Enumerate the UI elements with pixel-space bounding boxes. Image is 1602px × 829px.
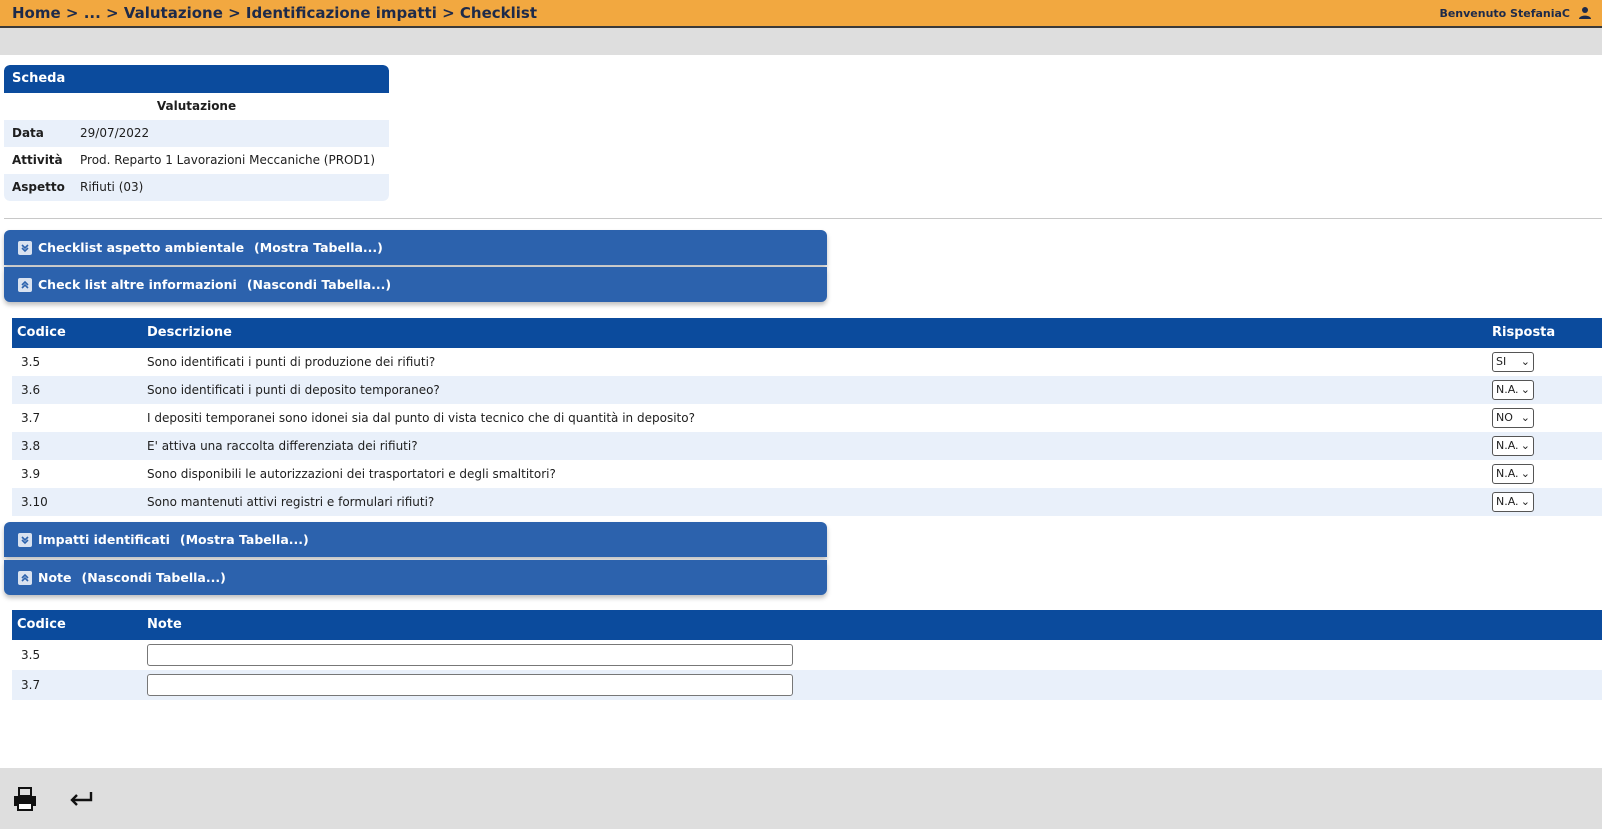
row-description: Sono identificati i punti di deposito te… <box>147 383 440 397</box>
breadcrumb-separator: > <box>100 4 124 22</box>
note-input[interactable] <box>147 673 793 696</box>
row-code: 3.7 <box>21 678 41 692</box>
table-row: 3.5 Sono identificati i punti di produzi… <box>12 348 1602 376</box>
column-header-codice: Codice <box>17 325 66 340</box>
risposta-select[interactable]: N.A. ⌄ <box>1492 464 1534 484</box>
hide-table-link[interactable]: (Nascondi Tabella...) <box>247 277 391 292</box>
chevron-down-icon: ⌄ <box>1520 495 1530 508</box>
note-table: Codice Note 3.5 3.7 <box>12 610 1602 700</box>
select-value: N.A. <box>1496 467 1519 480</box>
table-header: Codice Descrizione Risposta <box>12 318 1602 348</box>
breadcrumb: Home > ... > Valutazione > Identificazio… <box>0 4 537 22</box>
section-altre-informazioni[interactable]: Check list altre informazioni (Nascondi … <box>4 267 827 302</box>
chevron-down-icon: ⌄ <box>1520 355 1530 368</box>
checklist-table: Codice Descrizione Risposta 3.5 Sono ide… <box>12 318 1602 516</box>
top-bar: Home > ... > Valutazione > Identificazio… <box>0 0 1602 28</box>
show-table-link[interactable]: (Mostra Tabella...) <box>180 532 309 547</box>
breadcrumb-valutazione[interactable]: Valutazione <box>124 4 223 22</box>
row-code: 3.8 <box>21 439 41 453</box>
note-input[interactable] <box>147 643 793 666</box>
chevron-down-icon: ⌄ <box>1520 467 1530 480</box>
return-arrow-icon[interactable] <box>66 784 96 814</box>
column-header-descrizione: Descrizione <box>147 325 232 340</box>
column-header-codice: Codice <box>17 617 66 632</box>
column-header-note: Note <box>147 617 182 632</box>
risposta-select[interactable]: SI ⌄ <box>1492 352 1534 372</box>
row-code: 3.6 <box>21 383 41 397</box>
chevron-double-up-icon[interactable] <box>18 570 32 585</box>
breadcrumb-ellipsis[interactable]: ... <box>84 4 101 22</box>
footer-toolbar <box>0 768 1602 829</box>
chevron-double-down-icon[interactable] <box>18 240 32 255</box>
row-description: E' attiva una raccolta differenziata dei… <box>147 439 418 453</box>
chevron-down-icon: ⌄ <box>1520 383 1530 396</box>
scheda-value: Rifiuti (03) <box>80 180 144 194</box>
risposta-select[interactable]: N.A. ⌄ <box>1492 436 1534 456</box>
chevron-down-icon: ⌄ <box>1520 439 1530 452</box>
section-impatti-identificati[interactable]: Impatti identificati (Mostra Tabella...) <box>4 522 827 557</box>
section-divider <box>4 218 1602 219</box>
row-description: Sono disponibili le autorizzazioni dei t… <box>147 467 556 481</box>
breadcrumb-home[interactable]: Home <box>12 4 61 22</box>
row-code: 3.5 <box>21 648 41 662</box>
table-row: 3.10 Sono mantenuti attivi registri e fo… <box>12 488 1602 516</box>
chevron-double-up-icon[interactable] <box>18 277 32 292</box>
table-row: 3.7 I depositi temporanei sono idonei si… <box>12 404 1602 432</box>
row-code: 3.9 <box>21 467 41 481</box>
scheda-value: Prod. Reparto 1 Lavorazioni Meccaniche (… <box>80 153 376 167</box>
scheda-label: Data <box>12 126 44 140</box>
column-header-risposta: Risposta <box>1492 325 1556 340</box>
scheda-subtitle: Valutazione <box>156 99 237 113</box>
risposta-select[interactable]: N.A. ⌄ <box>1492 380 1534 400</box>
scheda-card: Scheda Valutazione Data 29/07/2022 Attiv… <box>4 65 389 201</box>
toolbar-strip <box>0 28 1602 55</box>
scheda-value: 29/07/2022 <box>80 126 150 140</box>
scheda-label: Attività <box>12 153 63 167</box>
risposta-select[interactable]: N.A. ⌄ <box>1492 492 1534 512</box>
section-title: Note <box>38 570 72 585</box>
hide-table-link[interactable]: (Nascondi Tabella...) <box>82 570 226 585</box>
select-value: N.A. <box>1496 439 1519 452</box>
section-checklist-ambientale[interactable]: Checklist aspetto ambientale (Mostra Tab… <box>4 230 827 265</box>
section-title: Checklist aspetto ambientale <box>38 240 245 255</box>
show-table-link[interactable]: (Mostra Tabella...) <box>254 240 383 255</box>
row-description: Sono identificati i punti di produzione … <box>147 355 436 369</box>
section-title: Check list altre informazioni <box>38 277 237 292</box>
breadcrumb-separator: > <box>60 4 84 22</box>
welcome-text: Benvenuto StefaniaC <box>1439 6 1570 20</box>
row-code: 3.10 <box>21 495 48 509</box>
breadcrumb-separator: > <box>222 4 246 22</box>
row-code: 3.7 <box>21 411 41 425</box>
print-icon[interactable] <box>10 784 40 814</box>
row-description: Sono mantenuti attivi registri e formula… <box>147 495 435 509</box>
select-value: NO <box>1496 411 1513 424</box>
chevron-double-down-icon[interactable] <box>18 532 32 547</box>
scheda-title: Scheda <box>4 65 389 93</box>
chevron-down-icon: ⌄ <box>1520 411 1530 424</box>
table-row: 3.6 Sono identificati i punti di deposit… <box>12 376 1602 404</box>
breadcrumb-separator: > <box>436 4 460 22</box>
row-code: 3.5 <box>21 355 41 369</box>
section-note[interactable]: Note (Nascondi Tabella...) <box>4 560 827 595</box>
section-title: Impatti identificati <box>38 532 170 547</box>
scheda-row-aspetto: Aspetto Rifiuti (03) <box>4 174 389 201</box>
row-description: I depositi temporanei sono idonei sia da… <box>147 411 695 425</box>
table-row: 3.5 <box>12 640 1602 670</box>
scheda-row-data: Data 29/07/2022 <box>4 120 389 147</box>
select-value: SI <box>1496 355 1507 368</box>
risposta-select[interactable]: NO ⌄ <box>1492 408 1534 428</box>
scheda-row-attivita: Attività Prod. Reparto 1 Lavorazioni Mec… <box>4 147 389 174</box>
table-header: Codice Note <box>12 610 1602 640</box>
table-row: 3.7 <box>12 670 1602 700</box>
table-row: 3.9 Sono disponibili le autorizzazioni d… <box>12 460 1602 488</box>
user-icon[interactable] <box>1578 6 1592 20</box>
breadcrumb-checklist: Checklist <box>459 4 537 22</box>
select-value: N.A. <box>1496 383 1519 396</box>
select-value: N.A. <box>1496 495 1519 508</box>
scheda-label: Aspetto <box>12 180 65 194</box>
welcome-area: Benvenuto StefaniaC <box>1439 6 1602 20</box>
table-row: 3.8 E' attiva una raccolta differenziata… <box>12 432 1602 460</box>
breadcrumb-identificazione-impatti[interactable]: Identificazione impatti <box>246 4 437 22</box>
